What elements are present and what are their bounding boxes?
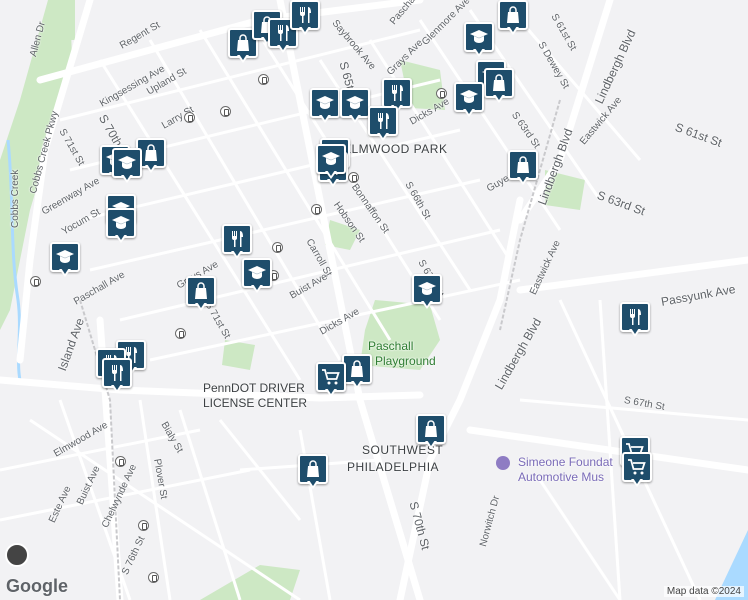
map-pin-bag[interactable] <box>186 276 216 314</box>
attribution: Map data ©2024 <box>663 586 744 597</box>
bus-stop-icon[interactable] <box>138 520 149 531</box>
pin-tip <box>325 170 337 179</box>
pin-tip <box>307 480 319 489</box>
pin-tip <box>517 176 529 185</box>
map-pin-bag[interactable] <box>498 0 528 38</box>
map-pin-school[interactable] <box>112 148 142 186</box>
map-pin-school[interactable] <box>50 242 80 280</box>
bus-stop-icon[interactable] <box>30 276 41 287</box>
bus-stop-icon[interactable] <box>115 456 126 467</box>
pin-tip <box>115 234 127 243</box>
map-pin-food[interactable] <box>290 0 320 38</box>
pin-tip <box>145 164 157 173</box>
museum-label: Simeone Foundat <box>518 455 613 469</box>
pin-tip <box>111 384 123 393</box>
map-pin-bag[interactable] <box>416 414 446 452</box>
bus-stop-icon[interactable] <box>258 74 269 85</box>
map-pin-bag[interactable] <box>342 354 372 392</box>
map-pin-school[interactable] <box>242 258 272 296</box>
map-pin-food[interactable] <box>368 106 398 144</box>
pin-tip <box>377 132 389 141</box>
museum-icon[interactable] <box>496 456 510 470</box>
map-pin-food[interactable] <box>102 358 132 396</box>
pin-tip <box>195 302 207 311</box>
map-pin-school[interactable] <box>454 82 484 120</box>
museum-label: Automotive Mus <box>518 470 605 484</box>
pin-tip <box>237 54 249 63</box>
street-view-pegman-icon[interactable] <box>5 543 29 567</box>
bus-stop-icon[interactable] <box>184 112 195 123</box>
pin-tip <box>299 26 311 35</box>
map-pin-cart[interactable] <box>622 452 652 490</box>
map-pin-school[interactable] <box>316 144 346 182</box>
pin-tip <box>319 114 331 123</box>
pin-tip <box>473 48 485 57</box>
park-label: Playground <box>375 354 436 368</box>
pin-tip <box>121 174 133 183</box>
bus-stop-icon[interactable] <box>220 106 231 117</box>
pin-tip <box>349 114 361 123</box>
map-pin-school[interactable] <box>310 88 340 126</box>
pin-tip <box>351 380 363 389</box>
park-label: Paschall <box>368 339 414 353</box>
pin-tip <box>277 44 289 53</box>
map-pin-school[interactable] <box>464 22 494 60</box>
map-pin-bag[interactable] <box>508 150 538 188</box>
pin-tip <box>251 284 263 293</box>
neighborhood-label: PHILADELPHIA <box>347 460 440 474</box>
bus-stop-icon[interactable] <box>436 88 447 99</box>
street-label: Cobbs Creek <box>10 169 21 228</box>
map-pin-bag[interactable] <box>484 68 514 106</box>
bus-stop-icon[interactable] <box>148 572 159 583</box>
pin-tip <box>493 94 505 103</box>
bus-stop-icon[interactable] <box>272 242 283 253</box>
neighborhood-label: ELMWOOD PARK <box>343 142 448 156</box>
map-pin-bag[interactable] <box>298 454 328 492</box>
pin-tip <box>631 478 643 487</box>
pin-tip <box>629 328 641 337</box>
pin-tip <box>425 440 437 449</box>
google-logo: Google <box>6 576 68 596</box>
pin-tip <box>421 300 433 309</box>
pin-tip <box>463 108 475 117</box>
poi-label: LICENSE CENTER <box>203 396 308 410</box>
map-pin-food[interactable] <box>222 224 252 262</box>
pin-tip <box>59 268 71 277</box>
bus-stop-icon[interactable] <box>175 328 186 339</box>
map-pin-school[interactable] <box>340 88 370 126</box>
map-pin-school[interactable] <box>412 274 442 312</box>
bus-stop-icon[interactable] <box>311 204 322 215</box>
map-pin-cart[interactable] <box>316 362 346 400</box>
map-canvas[interactable]: ELMWOOD PARK SOUTHWEST PHILADELPHIA Pasc… <box>0 0 748 600</box>
pin-tip <box>325 388 337 397</box>
poi-label: PennDOT DRIVER <box>203 381 305 395</box>
map-pin-school[interactable] <box>106 208 136 246</box>
pin-tip <box>507 26 519 35</box>
map-pin-food[interactable] <box>620 302 650 340</box>
